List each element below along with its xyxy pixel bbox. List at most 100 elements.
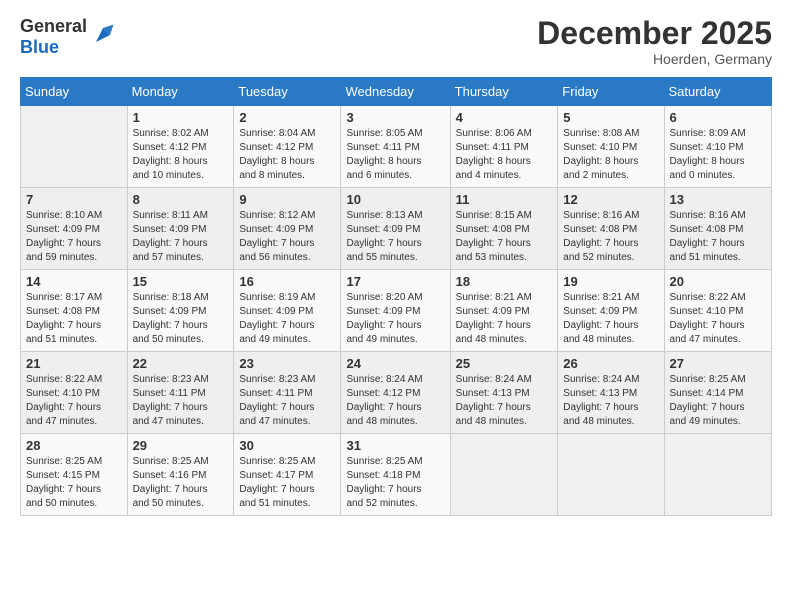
- week-row-4: 28 Sunrise: 8:25 AMSunset: 4:15 PMDayligh…: [21, 434, 772, 516]
- day-cell: 25 Sunrise: 8:24 AMSunset: 4:13 PMDayligh…: [450, 352, 558, 434]
- day-cell: 12Sunrise: 8:16 AMSunset: 4:08 PMDayligh…: [558, 188, 664, 270]
- header-cell-thursday: Thursday: [450, 78, 558, 106]
- day-cell: 21 Sunrise: 8:22 AMSunset: 4:10 PMDayligh…: [21, 352, 128, 434]
- header-cell-wednesday: Wednesday: [341, 78, 450, 106]
- day-info: Sunrise: 8:13 AMSunset: 4:09 PMDaylight:…: [346, 209, 444, 265]
- day-cell: [450, 434, 558, 516]
- day-number: 30: [239, 438, 335, 453]
- logo-general-text: General: [20, 16, 87, 37]
- day-number: 8: [133, 192, 229, 207]
- day-info: Sunrise: 8:22 AMSunset: 4:10 PMDaylight:…: [670, 291, 766, 347]
- day-number: 28: [26, 438, 122, 453]
- day-info: Sunrise: 8:04 AMSunset: 4:12 PMDaylight:…: [239, 127, 335, 183]
- day-cell: 2 Sunrise: 8:04 AMSunset: 4:12 PMDaylight…: [234, 106, 341, 188]
- week-row-3: 21 Sunrise: 8:22 AMSunset: 4:10 PMDayligh…: [21, 352, 772, 434]
- day-info: Sunrise: 8:25 AMSunset: 4:15 PMDaylight:…: [26, 455, 122, 511]
- day-number: 10: [346, 192, 444, 207]
- calendar-body: 1 Sunrise: 8:02 AMSunset: 4:12 PMDaylight…: [21, 106, 772, 516]
- day-cell: 7 Sunrise: 8:10 AMSunset: 4:09 PMDaylight…: [21, 188, 128, 270]
- day-info: Sunrise: 8:10 AMSunset: 4:09 PMDaylight:…: [26, 209, 122, 265]
- day-number: 3: [346, 110, 444, 125]
- day-number: 2: [239, 110, 335, 125]
- day-info: Sunrise: 8:23 AMSunset: 4:11 PMDaylight:…: [239, 373, 335, 429]
- day-cell: 13Sunrise: 8:16 AMSunset: 4:08 PMDayligh…: [664, 188, 771, 270]
- day-cell: 19 Sunrise: 8:21 AMSunset: 4:09 PMDayligh…: [558, 270, 664, 352]
- day-cell: 23 Sunrise: 8:23 AMSunset: 4:11 PMDayligh…: [234, 352, 341, 434]
- header-cell-sunday: Sunday: [21, 78, 128, 106]
- day-cell: 31Sunrise: 8:25 AMSunset: 4:18 PMDayligh…: [341, 434, 450, 516]
- header-row: SundayMondayTuesdayWednesdayThursdayFrid…: [21, 78, 772, 106]
- day-number: 1: [133, 110, 229, 125]
- logo: General Blue: [20, 16, 117, 58]
- day-number: 19: [563, 274, 658, 289]
- day-number: 21: [26, 356, 122, 371]
- day-cell: 18Sunrise: 8:21 AMSunset: 4:09 PMDayligh…: [450, 270, 558, 352]
- day-cell: [558, 434, 664, 516]
- day-info: Sunrise: 8:25 AMSunset: 4:17 PMDaylight:…: [239, 455, 335, 511]
- day-cell: 26 Sunrise: 8:24 AMSunset: 4:13 PMDayligh…: [558, 352, 664, 434]
- day-cell: 17Sunrise: 8:20 AMSunset: 4:09 PMDayligh…: [341, 270, 450, 352]
- day-number: 26: [563, 356, 658, 371]
- header: General Blue December 2025 Hoerden, Germ…: [20, 16, 772, 67]
- week-row-0: 1 Sunrise: 8:02 AMSunset: 4:12 PMDaylight…: [21, 106, 772, 188]
- day-number: 25: [456, 356, 553, 371]
- header-cell-tuesday: Tuesday: [234, 78, 341, 106]
- day-info: Sunrise: 8:02 AMSunset: 4:12 PMDaylight:…: [133, 127, 229, 183]
- day-number: 16: [239, 274, 335, 289]
- day-info: Sunrise: 8:19 AMSunset: 4:09 PMDaylight:…: [239, 291, 335, 347]
- day-cell: 1 Sunrise: 8:02 AMSunset: 4:12 PMDaylight…: [127, 106, 234, 188]
- day-info: Sunrise: 8:11 AMSunset: 4:09 PMDaylight:…: [133, 209, 229, 265]
- week-row-2: 14Sunrise: 8:17 AMSunset: 4:08 PMDayligh…: [21, 270, 772, 352]
- day-cell: 16 Sunrise: 8:19 AMSunset: 4:09 PMDayligh…: [234, 270, 341, 352]
- day-info: Sunrise: 8:17 AMSunset: 4:08 PMDaylight:…: [26, 291, 122, 347]
- calendar-table: SundayMondayTuesdayWednesdayThursdayFrid…: [20, 77, 772, 516]
- day-number: 13: [670, 192, 766, 207]
- day-number: 29: [133, 438, 229, 453]
- day-cell: 9Sunrise: 8:12 AMSunset: 4:09 PMDaylight…: [234, 188, 341, 270]
- day-number: 27: [670, 356, 766, 371]
- day-number: 17: [346, 274, 444, 289]
- day-info: Sunrise: 8:24 AMSunset: 4:13 PMDaylight:…: [563, 373, 658, 429]
- day-info: Sunrise: 8:24 AMSunset: 4:13 PMDaylight:…: [456, 373, 553, 429]
- day-number: 6: [670, 110, 766, 125]
- day-info: Sunrise: 8:23 AMSunset: 4:11 PMDaylight:…: [133, 373, 229, 429]
- day-cell: 22Sunrise: 8:23 AMSunset: 4:11 PMDayligh…: [127, 352, 234, 434]
- day-cell: 27 Sunrise: 8:25 AMSunset: 4:14 PMDayligh…: [664, 352, 771, 434]
- day-number: 4: [456, 110, 553, 125]
- location: Hoerden, Germany: [537, 51, 772, 67]
- day-number: 15: [133, 274, 229, 289]
- day-info: Sunrise: 8:22 AMSunset: 4:10 PMDaylight:…: [26, 373, 122, 429]
- week-row-1: 7 Sunrise: 8:10 AMSunset: 4:09 PMDaylight…: [21, 188, 772, 270]
- logo-bird-icon: [89, 21, 117, 49]
- day-cell: 3 Sunrise: 8:05 AMSunset: 4:11 PMDaylight…: [341, 106, 450, 188]
- month-title: December 2025: [537, 16, 772, 51]
- day-number: 23: [239, 356, 335, 371]
- day-info: Sunrise: 8:05 AMSunset: 4:11 PMDaylight:…: [346, 127, 444, 183]
- day-number: 20: [670, 274, 766, 289]
- day-cell: 10 Sunrise: 8:13 AMSunset: 4:09 PMDayligh…: [341, 188, 450, 270]
- day-cell: 29Sunrise: 8:25 AMSunset: 4:16 PMDayligh…: [127, 434, 234, 516]
- day-info: Sunrise: 8:06 AMSunset: 4:11 PMDaylight:…: [456, 127, 553, 183]
- day-number: 7: [26, 192, 122, 207]
- day-number: 5: [563, 110, 658, 125]
- calendar-container: General Blue December 2025 Hoerden, Germ…: [0, 0, 792, 526]
- header-cell-saturday: Saturday: [664, 78, 771, 106]
- day-info: Sunrise: 8:21 AMSunset: 4:09 PMDaylight:…: [563, 291, 658, 347]
- day-info: Sunrise: 8:15 AMSunset: 4:08 PMDaylight:…: [456, 209, 553, 265]
- day-cell: [21, 106, 128, 188]
- day-info: Sunrise: 8:12 AMSunset: 4:09 PMDaylight:…: [239, 209, 335, 265]
- day-number: 12: [563, 192, 658, 207]
- day-info: Sunrise: 8:18 AMSunset: 4:09 PMDaylight:…: [133, 291, 229, 347]
- title-block: December 2025 Hoerden, Germany: [537, 16, 772, 67]
- day-info: Sunrise: 8:09 AMSunset: 4:10 PMDaylight:…: [670, 127, 766, 183]
- header-cell-monday: Monday: [127, 78, 234, 106]
- day-number: 31: [346, 438, 444, 453]
- day-cell: 24 Sunrise: 8:24 AMSunset: 4:12 PMDayligh…: [341, 352, 450, 434]
- day-cell: 11Sunrise: 8:15 AMSunset: 4:08 PMDayligh…: [450, 188, 558, 270]
- day-info: Sunrise: 8:24 AMSunset: 4:12 PMDaylight:…: [346, 373, 444, 429]
- day-info: Sunrise: 8:21 AMSunset: 4:09 PMDaylight:…: [456, 291, 553, 347]
- day-info: Sunrise: 8:25 AMSunset: 4:14 PMDaylight:…: [670, 373, 766, 429]
- logo-blue-text: Blue: [20, 37, 87, 58]
- day-number: 24: [346, 356, 444, 371]
- day-cell: 14Sunrise: 8:17 AMSunset: 4:08 PMDayligh…: [21, 270, 128, 352]
